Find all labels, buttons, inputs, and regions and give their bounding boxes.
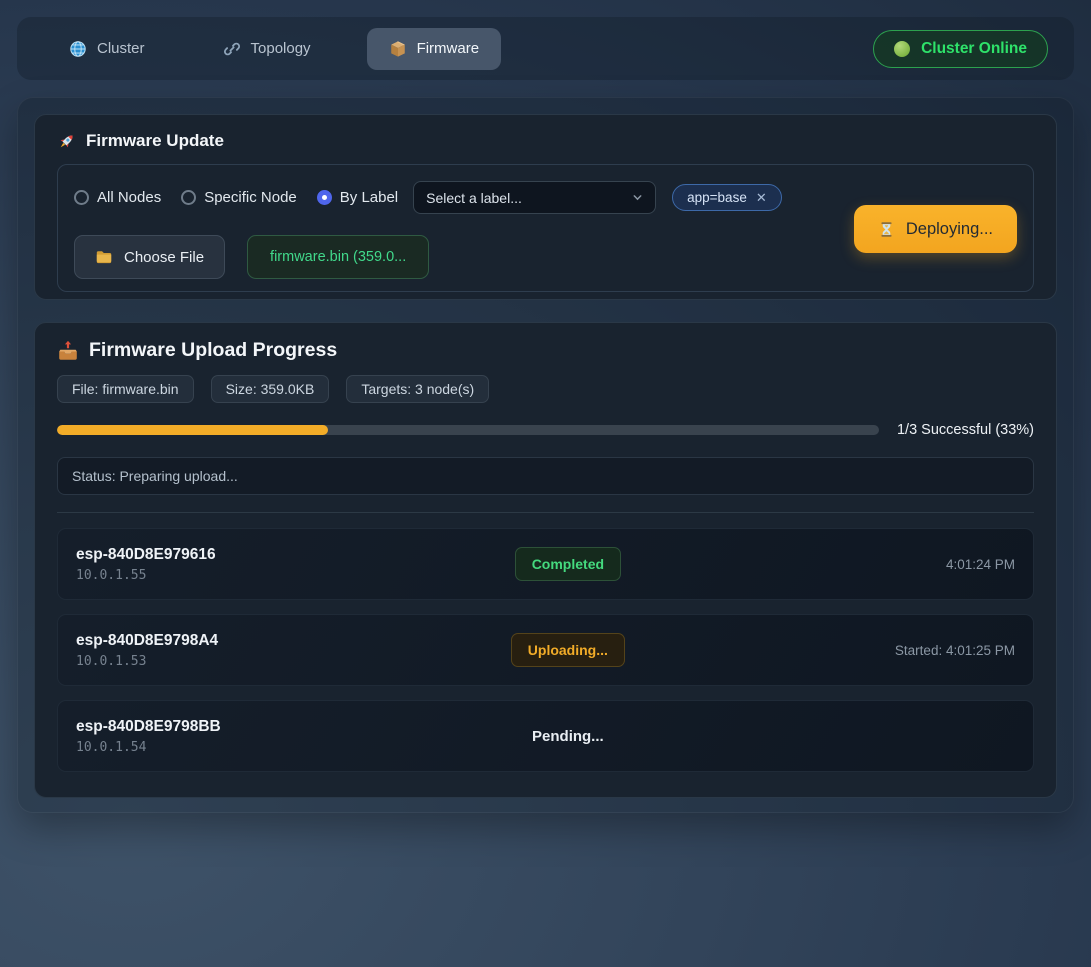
node-status-cell: Uploading... — [419, 633, 717, 667]
label-select[interactable]: Select a label... — [413, 181, 656, 214]
status-box: Status: Preparing upload... — [57, 457, 1034, 495]
node-row: esp-840D8E979616 10.0.1.55 Completed 4:0… — [57, 528, 1034, 600]
select-placeholder: Select a label... — [426, 190, 522, 206]
tab-cluster[interactable]: Cluster — [47, 28, 167, 70]
node-status-cell: Pending... — [419, 728, 717, 745]
file-info-badge: File: firmware.bin — [57, 375, 194, 403]
divider — [57, 512, 1034, 513]
radio-specific-node[interactable]: Specific Node — [181, 189, 297, 206]
tab-label: Firmware — [417, 40, 480, 57]
node-time: 4:01:24 PM — [717, 557, 1015, 572]
node-identity: esp-840D8E9798BB 10.0.1.54 — [76, 718, 419, 755]
node-ip: 10.0.1.54 — [76, 740, 419, 755]
package-icon — [389, 40, 407, 58]
radio-all-nodes[interactable]: All Nodes — [74, 189, 161, 206]
node-status-badge: Uploading... — [511, 633, 625, 667]
upload-progress-title: Firmware Upload Progress — [57, 339, 1034, 362]
cluster-status-badge: Cluster Online — [873, 30, 1048, 68]
choose-file-button[interactable]: Choose File — [74, 235, 225, 279]
close-icon[interactable]: ✕ — [756, 190, 767, 206]
node-status-badge: Pending... — [532, 728, 604, 745]
top-navbar: Cluster Topology Firmware — [17, 17, 1074, 80]
firmware-update-card: Firmware Update All Nodes Specific Node … — [34, 114, 1057, 300]
deploy-form: All Nodes Specific Node By Label Select … — [57, 164, 1034, 292]
tab-topology[interactable]: Topology — [201, 28, 333, 70]
deploy-button-label: Deploying... — [906, 220, 993, 239]
node-identity: esp-840D8E979616 10.0.1.55 — [76, 546, 419, 583]
node-name: esp-840D8E9798A4 — [76, 632, 419, 650]
nav-tabs: Cluster Topology Firmware — [47, 28, 501, 70]
selected-file-text: firmware.bin (359.0... — [270, 249, 406, 265]
targets-info-badge: Targets: 3 node(s) — [346, 375, 489, 403]
radio-label: All Nodes — [97, 189, 161, 206]
label-tag-text: app=base — [687, 190, 747, 205]
node-ip: 10.0.1.55 — [76, 568, 419, 583]
radio-icon — [181, 190, 196, 205]
node-list: esp-840D8E979616 10.0.1.55 Completed 4:0… — [57, 528, 1034, 772]
label-tag: app=base ✕ — [672, 184, 782, 211]
radio-icon — [317, 190, 332, 205]
radio-by-label[interactable]: By Label — [317, 189, 398, 206]
firmware-update-title: Firmware Update — [57, 131, 1034, 151]
progress-bar — [57, 425, 879, 435]
folder-icon — [95, 248, 113, 266]
node-ip: 10.0.1.53 — [76, 654, 419, 669]
cluster-status-label: Cluster Online — [921, 40, 1027, 58]
link-icon — [223, 40, 241, 58]
tab-firmware[interactable]: Firmware — [367, 28, 502, 70]
upload-meta-badges: File: firmware.bin Size: 359.0KB Targets… — [57, 375, 1034, 403]
hourglass-icon — [878, 221, 895, 238]
deploy-button[interactable]: Deploying... — [854, 205, 1017, 253]
radio-icon — [74, 190, 89, 205]
node-status-badge: Completed — [515, 547, 621, 581]
upload-tray-icon — [57, 340, 79, 362]
choose-file-label: Choose File — [124, 249, 204, 266]
green-dot-icon — [894, 41, 910, 57]
node-row: esp-840D8E9798A4 10.0.1.53 Uploading... … — [57, 614, 1034, 686]
node-identity: esp-840D8E9798A4 10.0.1.53 — [76, 632, 419, 669]
size-info-badge: Size: 359.0KB — [211, 375, 330, 403]
globe-icon — [69, 40, 87, 58]
tab-label: Cluster — [97, 40, 145, 57]
progress-fill — [57, 425, 328, 435]
rocket-icon — [57, 132, 76, 151]
node-row: esp-840D8E9798BB 10.0.1.54 Pending... — [57, 700, 1034, 772]
upload-progress-card: Firmware Upload Progress File: firmware.… — [34, 322, 1057, 798]
node-time: Started: 4:01:25 PM — [717, 643, 1015, 658]
node-name: esp-840D8E979616 — [76, 546, 419, 564]
selected-file-badge: firmware.bin (359.0... — [247, 235, 429, 279]
card-title-text: Firmware Upload Progress — [89, 339, 337, 362]
radio-label: By Label — [340, 189, 398, 206]
card-title-text: Firmware Update — [86, 131, 224, 151]
node-name: esp-840D8E9798BB — [76, 718, 419, 736]
progress-row: 1/3 Successful (33%) — [57, 422, 1034, 438]
node-status-cell: Completed — [419, 547, 717, 581]
chevron-down-icon — [632, 192, 643, 203]
main-panel: Firmware Update All Nodes Specific Node … — [17, 97, 1074, 813]
tab-label: Topology — [251, 40, 311, 57]
progress-label: 1/3 Successful (33%) — [897, 422, 1034, 438]
radio-label: Specific Node — [204, 189, 297, 206]
